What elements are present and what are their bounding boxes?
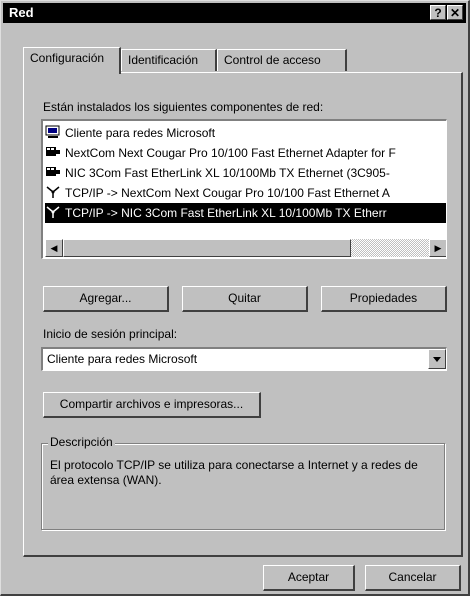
tab-label: Control de acceso xyxy=(224,53,321,67)
list-item[interactable]: NIC 3Com Fast EtherLink XL 10/100Mb TX E… xyxy=(45,163,446,183)
logon-label: Inicio de sesión principal: xyxy=(43,327,178,341)
tab-control-acceso[interactable]: Control de acceso xyxy=(217,49,347,71)
description-legend: Descripción xyxy=(48,435,115,449)
list-item[interactable]: TCP/IP -> NextCom Next Cougar Pro 10/100… xyxy=(45,183,446,203)
description-text: El protocolo TCP/IP se utiliza para cone… xyxy=(50,458,418,487)
share-button-label: Compartir archivos e impresoras... xyxy=(59,397,244,411)
add-button[interactable]: Agregar... xyxy=(43,286,169,312)
client-icon xyxy=(45,125,61,138)
properties-button-label: Propiedades xyxy=(349,291,418,305)
remove-button-label: Quitar xyxy=(228,291,261,305)
remove-button[interactable]: Quitar xyxy=(182,286,308,312)
logon-select-value: Cliente para redes Microsoft xyxy=(47,352,198,366)
list-item-label: NIC 3Com Fast EtherLink XL 10/100Mb TX E… xyxy=(65,166,390,180)
protocol-icon xyxy=(45,205,61,218)
list-item-label: TCP/IP -> NIC 3Com Fast EtherLink XL 10/… xyxy=(65,206,387,220)
list-item[interactable]: Cliente para redes Microsoft xyxy=(45,123,446,143)
tab-configuracion[interactable]: Configuración xyxy=(23,47,121,74)
tab-identificacion[interactable]: Identificación xyxy=(121,49,217,71)
scroll-thumb[interactable] xyxy=(63,239,351,257)
add-button-label: Agregar... xyxy=(79,291,132,305)
scroll-right-arrow-icon[interactable]: ▶ xyxy=(429,239,446,257)
list-item[interactable]: NextCom Next Cougar Pro 10/100 Fast Ethe… xyxy=(45,143,446,163)
cancel-button-label: Cancelar xyxy=(388,570,437,584)
list-item-label: NextCom Next Cougar Pro 10/100 Fast Ethe… xyxy=(65,146,396,160)
tab-label: Configuración xyxy=(30,51,105,65)
properties-button[interactable]: Propiedades xyxy=(321,286,447,312)
tab-label: Identificación xyxy=(128,53,199,67)
logon-select[interactable]: Cliente para redes Microsoft xyxy=(41,347,447,371)
components-list[interactable]: Cliente para redes Microsoft NextCom Nex… xyxy=(41,119,447,259)
list-item-label: TCP/IP -> NextCom Next Cougar Pro 10/100… xyxy=(65,186,390,200)
chevron-down-icon[interactable] xyxy=(428,349,446,369)
ok-button[interactable]: Aceptar xyxy=(263,565,355,591)
horizontal-scrollbar[interactable]: ◀ ▶ xyxy=(45,239,446,257)
cancel-button[interactable]: Cancelar xyxy=(365,565,461,591)
scroll-track[interactable] xyxy=(351,239,429,257)
scroll-left-arrow-icon[interactable]: ◀ xyxy=(45,239,63,257)
network-dialog: Red ? ✕ Configuración Identificación Con… xyxy=(0,0,470,596)
description-group: Descripción El protocolo TCP/IP se utili… xyxy=(41,435,445,530)
network-adapter-icon xyxy=(45,145,61,157)
protocol-icon xyxy=(45,185,61,198)
network-adapter-icon xyxy=(45,165,61,177)
list-item-selected[interactable]: TCP/IP -> NIC 3Com Fast EtherLink XL 10/… xyxy=(44,202,446,224)
help-button[interactable]: ? xyxy=(430,5,446,20)
window-title: Red xyxy=(9,5,34,20)
title-bar: Red ? ✕ xyxy=(3,3,466,23)
close-button[interactable]: ✕ xyxy=(447,5,463,20)
ok-button-label: Aceptar xyxy=(287,570,330,584)
components-label: Están instalados los siguientes componen… xyxy=(43,100,324,114)
list-item-label: Cliente para redes Microsoft xyxy=(65,126,216,140)
share-files-printers-button[interactable]: Compartir archivos e impresoras... xyxy=(43,392,261,418)
